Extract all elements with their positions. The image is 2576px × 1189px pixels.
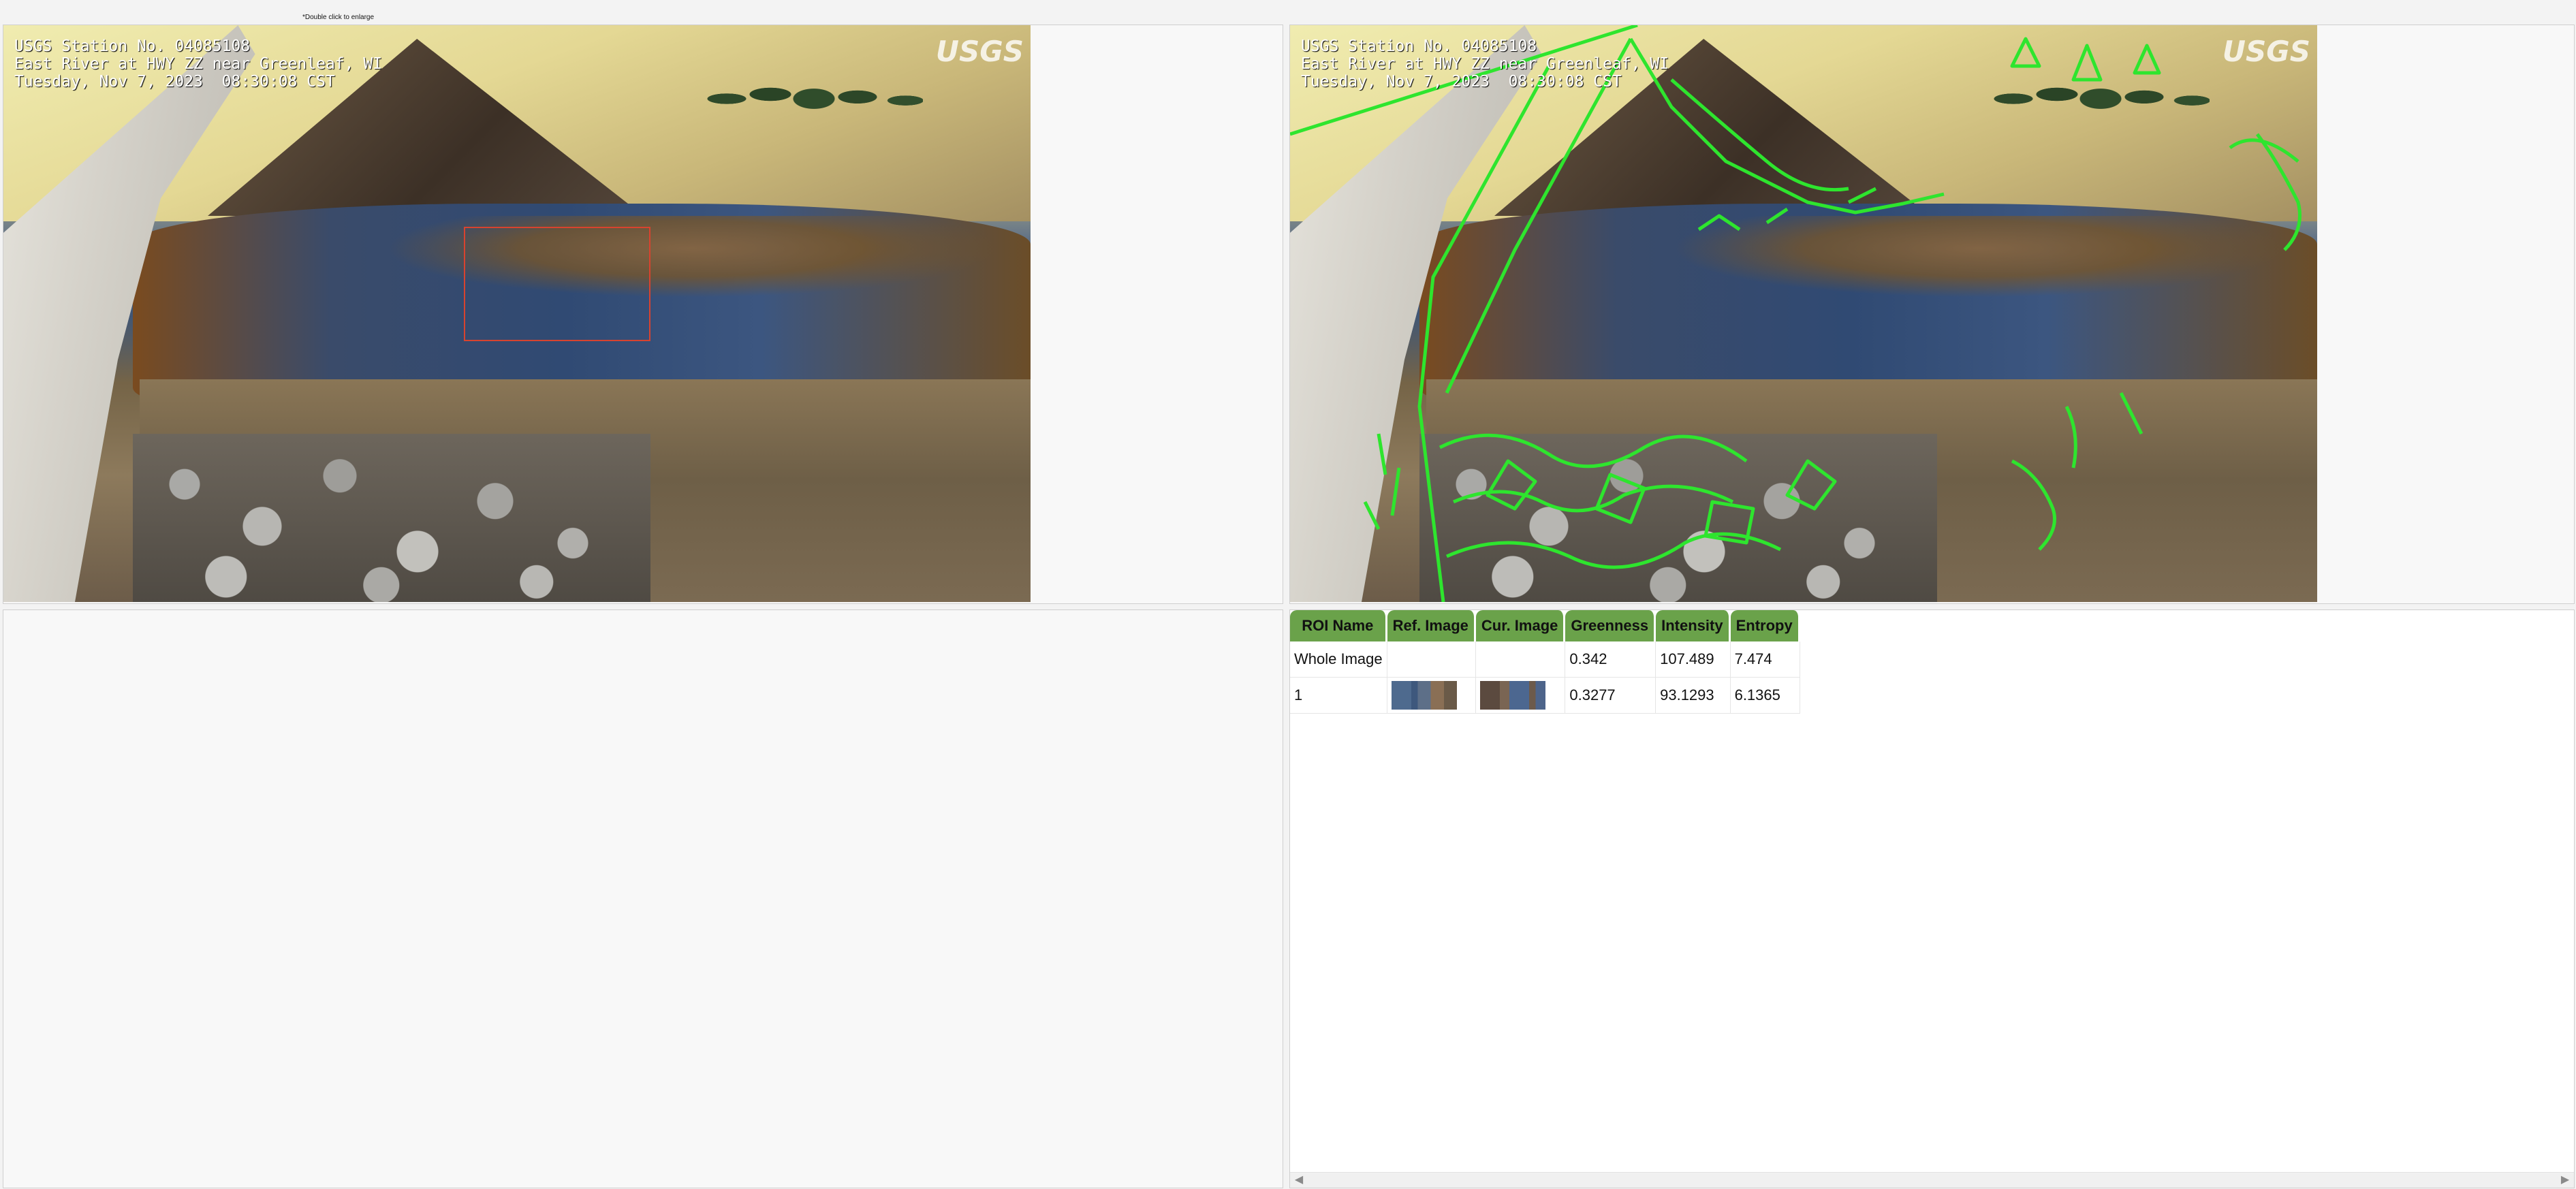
scrollbar-track[interactable]: [1309, 1177, 2555, 1184]
cell-greenness: 0.3277: [1565, 678, 1656, 714]
usgs-logo: USGS: [2222, 35, 2310, 68]
datetime-line: Tuesday, Nov 7, 2023 08:30:08 CST: [14, 73, 335, 91]
table-header-row: ROI Name Ref. Image Cur. Image Greenness…: [1290, 610, 1800, 641]
image-trees: [1992, 46, 2210, 134]
col-roi-name[interactable]: ROI Name: [1290, 610, 1387, 641]
triangle-right-icon[interactable]: ▶: [2559, 1174, 2571, 1186]
camera-caption: USGS Station No. 04085108 East River at H…: [14, 37, 382, 91]
col-intensity[interactable]: Intensity: [1656, 610, 1731, 641]
cell-ref-image: [1387, 641, 1476, 678]
cell-greenness: 0.342: [1565, 641, 1656, 678]
image-trees: [705, 46, 923, 134]
horizontal-scrollbar[interactable]: ◀ ▶: [1290, 1172, 2574, 1188]
station-line: USGS Station No. 04085108: [14, 37, 251, 55]
image-rocks: [133, 434, 650, 602]
enlarge-hint: *Double click to enlarge: [302, 14, 375, 21]
site-line: East River at HWY ZZ near Greenleaf, WI: [14, 55, 383, 73]
cell-cur-image: [1475, 678, 1566, 714]
edge-image-panel[interactable]: USGS Station No. 04085108 East River at H…: [1289, 25, 2575, 604]
roi-metrics-table: ROI Name Ref. Image Cur. Image Greenness…: [1290, 610, 1800, 714]
roi-metrics-panel: ROI Name Ref. Image Cur. Image Greenness…: [1289, 609, 2575, 1188]
empty-panel: [3, 609, 1283, 1188]
col-ref-image[interactable]: Ref. Image: [1387, 610, 1476, 641]
usgs-logo: USGS: [935, 35, 1024, 68]
cell-intensity: 93.1293: [1656, 678, 1731, 714]
cell-intensity: 107.489: [1656, 641, 1731, 678]
col-cur-image[interactable]: Cur. Image: [1475, 610, 1566, 641]
cell-entropy: 6.1365: [1730, 678, 1800, 714]
col-entropy[interactable]: Entropy: [1730, 610, 1800, 641]
station-line: USGS Station No. 04085108: [1301, 37, 1537, 55]
cell-roi-name: 1: [1290, 678, 1387, 714]
cell-ref-image: [1387, 678, 1476, 714]
cell-entropy: 7.474: [1730, 641, 1800, 678]
col-greenness[interactable]: Greenness: [1565, 610, 1656, 641]
cell-roi-name: Whole Image: [1290, 641, 1387, 678]
triangle-left-icon[interactable]: ◀: [1293, 1174, 1305, 1186]
site-line: East River at HWY ZZ near Greenleaf, WI: [1301, 55, 1669, 73]
camera-caption: USGS Station No. 04085108 East River at H…: [1301, 37, 1669, 91]
cur-image-thumbnail[interactable]: [1479, 681, 1545, 710]
roi-rectangle[interactable]: [464, 227, 650, 341]
ref-image-thumbnail[interactable]: [1391, 681, 1457, 710]
table-row[interactable]: Whole Image 0.342 107.489 7.474: [1290, 641, 1800, 678]
image-rocks: [1419, 434, 1937, 602]
image-reflection: [1671, 216, 2284, 298]
table-row[interactable]: 1 0.3277 93.1293 6.1365: [1290, 678, 1800, 714]
cell-cur-image: [1475, 641, 1566, 678]
camera-image-edges[interactable]: USGS Station No. 04085108 East River at H…: [1290, 25, 2317, 602]
datetime-line: Tuesday, Nov 7, 2023 08:30:08 CST: [1301, 73, 1622, 91]
original-image-panel[interactable]: USGS Station No. 04085108 East River at H…: [3, 25, 1283, 604]
camera-image-original[interactable]: USGS Station No. 04085108 East River at H…: [3, 25, 1031, 602]
